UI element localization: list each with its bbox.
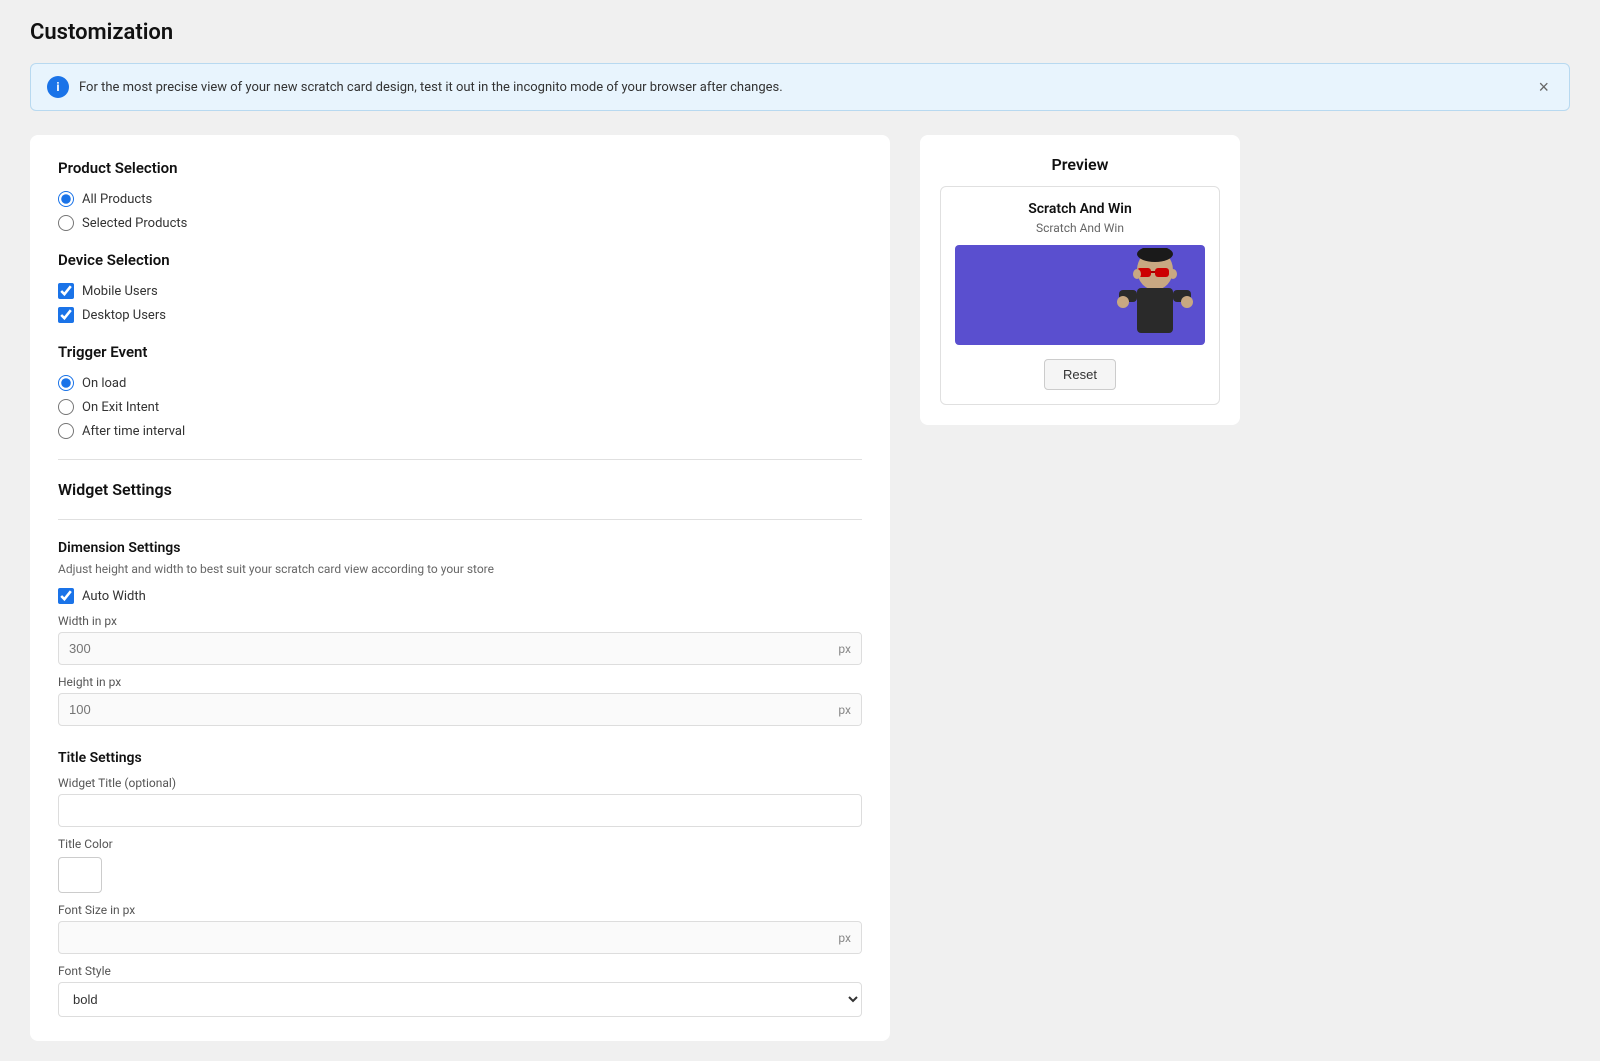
width-input-group: px [58, 632, 862, 665]
desktop-users-option[interactable]: Desktop Users [58, 307, 862, 323]
font-size-input[interactable]: 16 [59, 922, 828, 953]
all-products-label: All Products [82, 192, 152, 207]
preview-card: Scratch And Win Scratch And Win [940, 186, 1220, 405]
title-color-label: Title Color [58, 837, 862, 851]
product-selection-section: Product Selection All Products Selected … [58, 159, 862, 231]
font-size-suffix: px [828, 923, 861, 953]
on-exit-intent-option[interactable]: On Exit Intent [58, 399, 862, 415]
widget-title-input[interactable]: Scratch And Win [58, 794, 862, 827]
auto-width-row: Auto Width [58, 588, 862, 604]
preview-card-title: Scratch And Win [955, 201, 1205, 217]
font-style-select[interactable]: bold normal italic bold italic [58, 982, 862, 1017]
auto-width-checkbox[interactable] [58, 588, 74, 604]
reset-button[interactable]: Reset [1044, 359, 1116, 390]
trigger-event-radio-group: On load On Exit Intent After time interv… [58, 375, 862, 439]
auto-width-label: Auto Width [82, 589, 146, 604]
banner-text: For the most precise view of your new sc… [79, 80, 1524, 95]
device-selection-checkbox-group: Mobile Users Desktop Users [58, 283, 862, 323]
widget-settings-section: Widget Settings Dimension Settings Adjus… [58, 480, 862, 1017]
device-selection-section: Device Selection Mobile Users Desktop Us… [58, 251, 862, 323]
after-time-interval-radio[interactable] [58, 423, 74, 439]
width-label: Width in px [58, 614, 862, 628]
desktop-users-checkbox[interactable] [58, 307, 74, 323]
selected-products-label: Selected Products [82, 216, 187, 231]
widget-settings-title: Widget Settings [58, 480, 862, 499]
on-exit-intent-radio[interactable] [58, 399, 74, 415]
product-selection-radio-group: All Products Selected Products [58, 191, 862, 231]
height-input-group: px [58, 693, 862, 726]
title-color-swatch[interactable] [58, 857, 102, 893]
font-style-label: Font Style [58, 964, 862, 978]
width-suffix: px [828, 634, 861, 664]
selected-products-radio[interactable] [58, 215, 74, 231]
on-load-label: On load [82, 376, 126, 391]
height-input[interactable] [59, 694, 828, 725]
font-size-label: Font Size in px [58, 903, 862, 917]
widget-title-label: Widget Title (optional) [58, 776, 862, 790]
info-banner: i For the most precise view of your new … [30, 63, 1570, 111]
main-layout: Product Selection All Products Selected … [30, 135, 1570, 1041]
preview-panel: Preview Scratch And Win Scratch And Win [920, 135, 1240, 425]
dimension-settings-section: Dimension Settings Adjust height and wid… [58, 540, 862, 726]
title-settings-section: Title Settings Widget Title (optional) S… [58, 750, 862, 1017]
trigger-event-title: Trigger Event [58, 343, 862, 361]
font-size-input-group: 16 px [58, 921, 862, 954]
product-selection-title: Product Selection [58, 159, 862, 177]
left-panel: Product Selection All Products Selected … [30, 135, 890, 1041]
preview-title: Preview [940, 155, 1220, 174]
preview-card-subtitle: Scratch And Win [955, 221, 1205, 235]
height-suffix: px [828, 695, 861, 725]
divider-2 [58, 519, 862, 520]
title-settings-title: Title Settings [58, 750, 862, 766]
width-input[interactable] [59, 633, 828, 664]
on-exit-intent-label: On Exit Intent [82, 400, 159, 415]
after-time-interval-option[interactable]: After time interval [58, 423, 862, 439]
dimension-settings-title: Dimension Settings [58, 540, 862, 556]
page-title: Customization [30, 20, 1570, 45]
divider-1 [58, 459, 862, 460]
device-selection-title: Device Selection [58, 251, 862, 269]
on-load-radio[interactable] [58, 375, 74, 391]
all-products-radio[interactable] [58, 191, 74, 207]
all-products-option[interactable]: All Products [58, 191, 862, 207]
selected-products-option[interactable]: Selected Products [58, 215, 862, 231]
banner-close-button[interactable]: × [1534, 78, 1553, 96]
trigger-event-section: Trigger Event On load On Exit Intent Aft… [58, 343, 862, 439]
height-label: Height in px [58, 675, 862, 689]
desktop-users-label: Desktop Users [82, 308, 166, 323]
mobile-users-option[interactable]: Mobile Users [58, 283, 862, 299]
mobile-users-checkbox[interactable] [58, 283, 74, 299]
info-icon: i [47, 76, 69, 98]
after-time-interval-label: After time interval [82, 424, 185, 439]
character-illustration [1115, 248, 1195, 343]
preview-image [955, 245, 1205, 345]
on-load-option[interactable]: On load [58, 375, 862, 391]
dimension-settings-desc: Adjust height and width to best suit you… [58, 562, 862, 576]
mobile-users-label: Mobile Users [82, 284, 158, 299]
